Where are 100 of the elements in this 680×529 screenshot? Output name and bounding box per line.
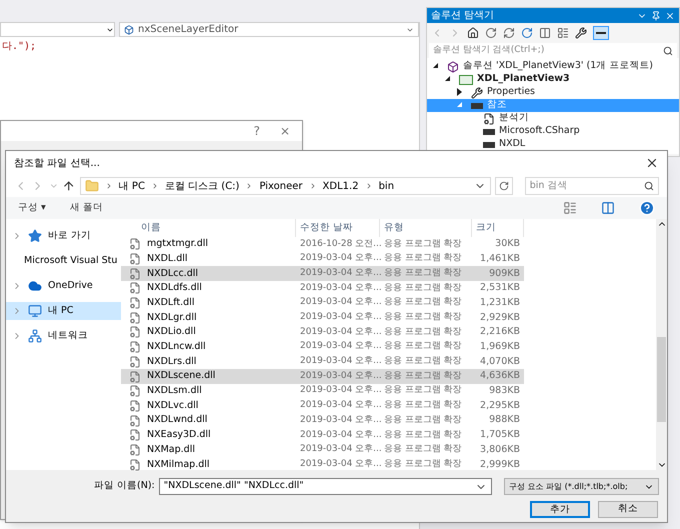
file-type: 응용 프로그램 확장 — [383, 266, 463, 280]
up-icon[interactable] — [62, 179, 76, 193]
file-date: 2019-03-04 오후... — [299, 296, 380, 310]
nav-item[interactable]: 바로 가기 — [6, 227, 121, 245]
dll-file-icon — [129, 297, 141, 310]
add-button[interactable]: 추가 — [530, 501, 590, 518]
file-row[interactable]: NXDL.dll 2019-03-04 오후... 응용 프로그램 확장 1,461KB — [121, 252, 524, 266]
file-size: 3,806KB — [479, 442, 521, 457]
member-dropdown[interactable]: nxSceneLayerEditor — [119, 22, 419, 37]
file-name: NXDLft.dll — [147, 296, 194, 310]
file-row[interactable]: NXDLgr.dll 2019-03-04 오후... 응용 프로그램 확장 2,929KB — [121, 310, 524, 326]
dll-file-icon — [129, 312, 141, 324]
home-icon[interactable] — [467, 27, 479, 39]
wrench-icon[interactable] — [575, 27, 587, 39]
search-field[interactable]: bin 검색 — [524, 177, 660, 195]
file-row[interactable]: NXDLio.dll 2019-03-04 오후... 응용 프로그램 확장 2,216KB — [121, 325, 524, 340]
search-field[interactable]: 솔루션 탐색기 검색(Ctrl+;) — [429, 43, 677, 58]
breadcrumb-item[interactable]: Pixoneer — [259, 178, 303, 194]
new-folder-button[interactable]: 새 폴더 — [70, 200, 103, 216]
column-header[interactable]: 이름 — [121, 219, 296, 237]
refresh-icon[interactable] — [521, 27, 533, 39]
dll-file-icon — [129, 282, 141, 294]
tree-item[interactable]: XDL_PlanetView3 — [427, 73, 679, 86]
project-icon — [459, 74, 473, 84]
file-row[interactable]: NXDLcc.dll 2019-03-04 오후... 응용 프로그램 확장 909KB — [121, 266, 524, 282]
file-type: 응용 프로그램 확장 — [383, 282, 463, 295]
help-icon[interactable] — [639, 200, 655, 216]
nav-item[interactable]: 네트워크 — [6, 327, 121, 345]
file-type: 응용 프로그램 확장 — [383, 311, 463, 324]
cancel-button[interactable]: 취소 — [598, 501, 658, 518]
reference-icon — [483, 128, 495, 134]
breadcrumb-item[interactable]: 로컬 디스크 (C:) — [164, 178, 240, 194]
breadcrumb-item[interactable]: XDL1.2 — [322, 178, 359, 194]
file-size: 2,999KB — [479, 458, 521, 472]
file-type-dropdown[interactable]: 구성 요소 파일 (*.dll;*.tlb;*.olb; — [504, 478, 659, 495]
scrollbar[interactable] — [656, 219, 667, 470]
file-date: 2019-03-04 오후... — [299, 282, 380, 295]
tree-item[interactable]: Microsoft.CSharp — [427, 125, 679, 138]
file-size: 1,705KB — [479, 428, 521, 442]
file-name: NXDLncw.dll — [147, 340, 206, 354]
show-files-icon[interactable] — [557, 27, 569, 39]
file-row[interactable]: NXDLvc.dll 2019-03-04 오후... 응용 프로그램 확장 2,295KB — [121, 398, 524, 414]
file-type: 응용 프로그램 확장 — [383, 458, 463, 471]
nav-item[interactable]: 내 PC — [6, 302, 121, 320]
filename-field[interactable]: "NXDLscene.dll" "NXDLcc.dll" — [158, 478, 492, 495]
refresh-button[interactable] — [495, 177, 513, 195]
file-name: NXDL.dll — [147, 252, 188, 266]
tree-item[interactable]: NXDL — [427, 138, 679, 151]
breadcrumb-item[interactable]: 내 PC — [118, 178, 145, 194]
dll-file-icon — [129, 429, 141, 442]
file-name: NXEasy3D.dll — [147, 428, 211, 442]
search-icon — [644, 181, 654, 191]
analyzer-icon — [483, 112, 495, 124]
dialog-title: 참조할 파일 선택... — [14, 156, 101, 170]
preview-button[interactable] — [593, 26, 609, 40]
column-header[interactable]: 수정한 날짜 — [296, 219, 380, 237]
file-date: 2019-03-04 오후... — [299, 458, 380, 471]
address-bar[interactable]: 내 PC 로컬 디스크 (C:) Pixoneer XDL1.2 bin — [80, 177, 492, 195]
column-header[interactable]: 크기 — [472, 219, 524, 237]
sync-icon[interactable] — [503, 27, 515, 39]
file-row[interactable]: mgtxtmgr.dll 2016-10-28 오전... 응용 프로그램 확장 30KB — [121, 237, 524, 252]
star-icon — [28, 229, 42, 243]
file-row[interactable]: NXDLscene.dll 2019-03-04 오후... 응용 프로그램 확장 4,636KB — [121, 369, 524, 384]
file-row[interactable]: NXDLncw.dll 2019-03-04 오후... 응용 프로그램 확장 1,969KB — [121, 340, 524, 354]
file-size: 2,216KB — [479, 325, 521, 340]
collapse-icon[interactable] — [539, 27, 551, 39]
scroll-thumb[interactable] — [657, 337, 666, 422]
nav-item[interactable]: OneDrive — [6, 277, 121, 295]
file-size: 4,636KB — [479, 369, 521, 384]
file-name: NXDLvc.dll — [147, 398, 198, 413]
file-row[interactable]: NXDLdfs.dll 2019-03-04 오후... 응용 프로그램 확장 2,531KB — [121, 281, 524, 296]
file-row[interactable]: NXDLwnd.dll 2019-03-04 오후... 응용 프로그램 확장 988KB — [121, 413, 524, 428]
breadcrumb-item[interactable]: bin — [378, 178, 394, 194]
search-icon[interactable] — [663, 46, 673, 56]
tree-item[interactable]: 분석기 — [427, 112, 679, 125]
preview-pane-icon[interactable] — [601, 201, 615, 215]
close-icon[interactable] — [645, 156, 659, 170]
file-row[interactable]: NXEasy3D.dll 2019-03-04 오후... 응용 프로그램 확장 1,705KB — [121, 428, 524, 443]
help-button[interactable]: ? — [254, 122, 260, 140]
cloud-icon — [28, 279, 42, 293]
file-size: 2,929KB — [479, 310, 521, 325]
file-size: 983KB — [488, 384, 521, 398]
file-row[interactable]: NXDLft.dll 2019-03-04 오후... 응용 프로그램 확장 1,231KB — [121, 296, 524, 310]
file-row[interactable]: NXDLsm.dll 2019-03-04 오후... 응용 프로그램 확장 983KB — [121, 384, 524, 399]
column-header[interactable]: 유형 — [380, 219, 472, 237]
pin-icon[interactable] — [651, 10, 661, 20]
close-button[interactable]: × — [280, 122, 290, 140]
view-icon[interactable] — [563, 201, 577, 215]
history-icon[interactable] — [485, 27, 497, 39]
nav-item[interactable]: Microsoft Visual Stu — [6, 252, 121, 270]
tree-item[interactable]: 솔루션 'XDL_PlanetView3' (1개 프로젝트) — [427, 60, 679, 73]
file-row[interactable]: NXDLrs.dll 2019-03-04 오후... 응용 프로그램 확장 4,070KB — [121, 354, 524, 370]
dll-file-icon — [129, 444, 141, 456]
file-row[interactable]: NXMap.dll 2019-03-04 오후... 응용 프로그램 확장 3,806KB — [121, 442, 524, 458]
file-date: 2019-03-04 오후... — [299, 428, 380, 442]
file-name: NXDLcc.dll — [147, 266, 198, 281]
file-size: 4,070KB — [479, 354, 521, 369]
file-date: 2019-03-04 오후... — [299, 252, 380, 266]
file-row[interactable]: NXMilmap.dll 2019-03-04 오후... 응용 프로그램 확장 2,999KB — [121, 457, 524, 472]
organize-button[interactable]: 구성 ▾ — [18, 200, 46, 216]
